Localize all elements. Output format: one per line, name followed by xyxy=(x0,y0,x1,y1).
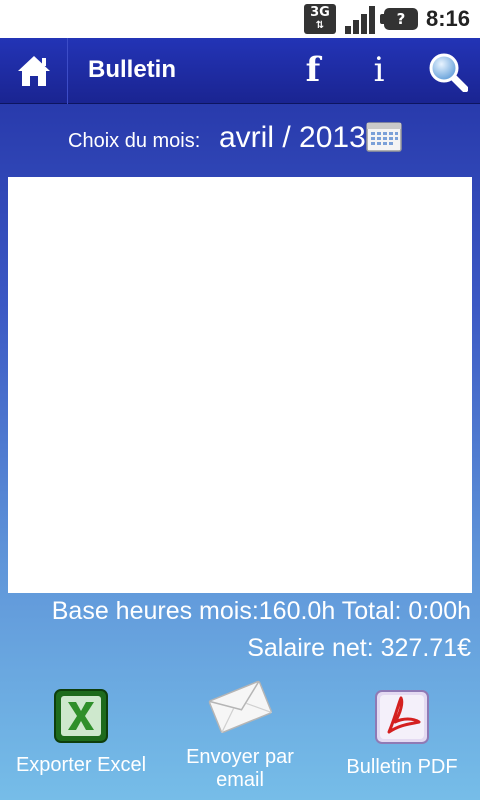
month-chooser: Choix du mois: avril / 2013 xyxy=(0,118,480,162)
bulletin-pdf-button[interactable]: Bulletin PDF xyxy=(332,688,472,779)
calendar-icon xyxy=(366,122,402,152)
signal-strength-icon xyxy=(344,4,376,34)
network-3g-icon: 3G ⇅ xyxy=(303,4,336,34)
battery-label: ? xyxy=(396,10,406,28)
export-excel-label: Exporter Excel xyxy=(15,754,147,776)
send-email-button[interactable]: Envoyer par email xyxy=(170,676,310,792)
salary-summary: Salaire net: 327.71€ xyxy=(247,634,471,662)
bulletin-content-panel xyxy=(8,177,472,593)
search-button[interactable] xyxy=(428,52,469,93)
battery-icon: ? xyxy=(379,8,418,30)
info-button[interactable]: i xyxy=(364,50,394,90)
status-bar: 3G ⇅ ? 8:16 xyxy=(0,0,480,38)
send-email-label-line2: email xyxy=(216,769,264,791)
hours-summary: Base heures mois:160.0h Total: 0:00h xyxy=(51,597,471,625)
bulletin-pdf-label: Bulletin PDF xyxy=(346,756,458,778)
info-icon: i xyxy=(373,50,385,90)
month-label: Choix du mois: xyxy=(68,130,201,152)
network-arrows: ⇅ xyxy=(315,20,325,31)
page-title: Bulletin xyxy=(88,56,176,83)
facebook-button[interactable]: f xyxy=(298,50,328,90)
facebook-icon: f xyxy=(305,50,321,90)
search-icon xyxy=(429,53,469,93)
export-excel-button[interactable]: Exporter Excel xyxy=(8,688,154,777)
action-bar: Bulletin f i xyxy=(0,38,480,104)
pdf-icon xyxy=(332,688,472,752)
excel-icon xyxy=(8,688,154,750)
month-value[interactable]: avril / 2013 xyxy=(219,121,366,155)
send-email-label-line1: Envoyer par xyxy=(186,746,294,768)
calendar-button[interactable] xyxy=(366,122,402,152)
envelope-icon xyxy=(170,676,310,742)
status-clock: 8:16 xyxy=(425,6,470,31)
home-icon xyxy=(17,56,50,86)
network-label: 3G xyxy=(310,5,330,20)
home-button[interactable] xyxy=(0,38,68,104)
